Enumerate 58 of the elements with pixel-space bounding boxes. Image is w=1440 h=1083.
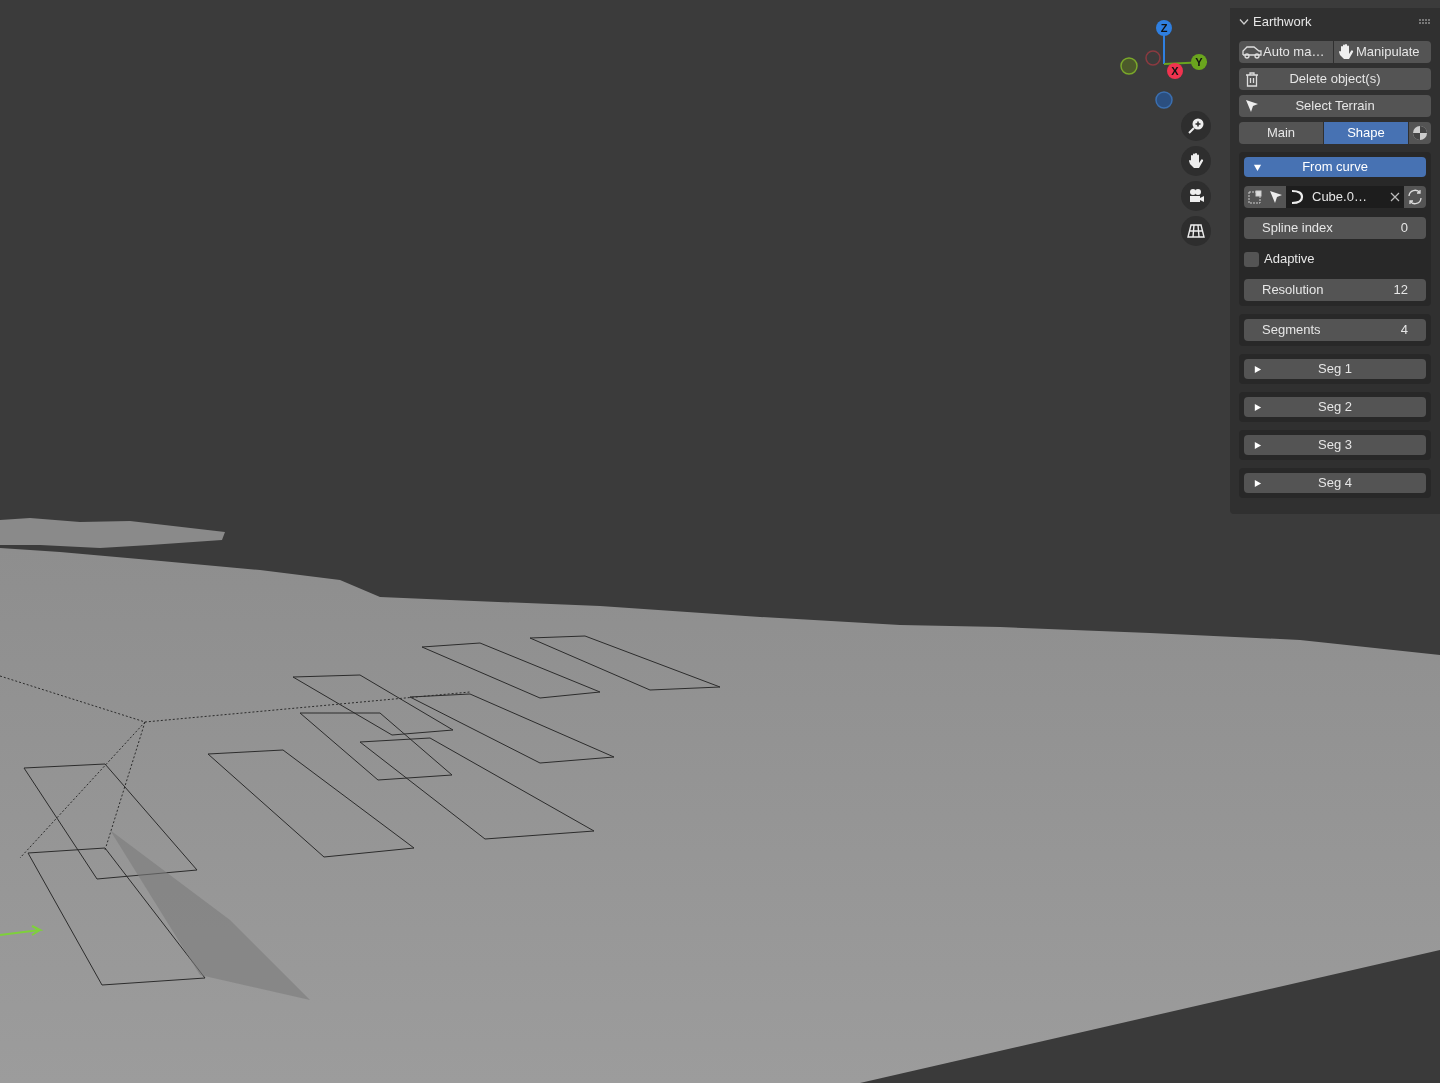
segment-header[interactable]: Seg 1 — [1244, 359, 1426, 379]
pan-button[interactable] — [1181, 146, 1211, 176]
tool-button[interactable]: Auto ma… — [1239, 41, 1333, 63]
grid-view-button[interactable] — [1181, 216, 1211, 246]
field-label: Spline index — [1262, 219, 1333, 238]
camera-icon — [1187, 187, 1205, 205]
action-button[interactable]: Delete object(s) — [1239, 68, 1431, 90]
field-value: 4 — [1400, 321, 1408, 340]
object-name: Cube.0… — [1312, 188, 1368, 207]
chevron-icon[interactable] — [1239, 18, 1249, 26]
number-field[interactable]: Segments 4 — [1244, 319, 1426, 341]
triangle-icon — [1253, 365, 1262, 374]
refresh-button[interactable] — [1404, 186, 1426, 208]
adaptive-checkbox[interactable]: Adaptive — [1244, 248, 1426, 270]
checkbox[interactable] — [1244, 251, 1259, 267]
zoom-icon — [1187, 117, 1205, 135]
axis-handle[interactable]: Z — [1156, 20, 1172, 36]
number-field[interactable]: Spline index 0 — [1244, 217, 1426, 239]
segment-header[interactable]: Seg 2 — [1244, 397, 1426, 417]
vertex-select-icon — [1247, 189, 1262, 205]
camera-button[interactable] — [1181, 181, 1211, 211]
shading-button[interactable] — [1409, 122, 1431, 144]
cursor-icon — [1245, 99, 1259, 113]
number-field[interactable]: Resolution 12 — [1244, 279, 1426, 301]
axis-handle[interactable]: X — [1167, 63, 1183, 79]
trash-icon — [1245, 72, 1259, 87]
car-icon — [1242, 45, 1262, 59]
refresh-icon — [1407, 189, 1423, 205]
axis-gizmo-drawing[interactable]: Z Y X — [1118, 18, 1214, 112]
mode-button[interactable] — [1244, 186, 1265, 208]
triangle-icon — [1253, 479, 1262, 488]
close-icon[interactable] — [1390, 192, 1400, 202]
shading-icon — [1412, 125, 1428, 141]
action-button[interactable]: Select Terrain — [1239, 95, 1431, 117]
grid-icon — [1187, 223, 1205, 239]
hand-icon — [1187, 152, 1205, 170]
segment-header[interactable]: Seg 3 — [1244, 435, 1426, 455]
field-label: Segments — [1262, 321, 1321, 340]
tab[interactable]: Shape — [1324, 122, 1408, 144]
zoom-button[interactable] — [1181, 111, 1211, 141]
tool-button[interactable]: Manipulate — [1334, 41, 1431, 63]
cursor-icon — [1268, 190, 1283, 204]
drag-handle-icon[interactable] — [1419, 19, 1431, 25]
triangle-icon — [1253, 403, 1262, 412]
hand-icon — [1337, 43, 1355, 61]
triangle-icon — [1253, 441, 1262, 450]
tab[interactable]: Main — [1239, 122, 1323, 144]
curve-icon — [1290, 189, 1304, 205]
field-value: 12 — [1393, 281, 1408, 300]
field-value: 0 — [1400, 219, 1408, 238]
object-field[interactable]: Cube.0… — [1286, 186, 1404, 208]
panel-title: Earthwork — [1253, 13, 1313, 32]
axis-handle[interactable]: Y — [1191, 54, 1207, 70]
segment-header[interactable]: Seg 4 — [1244, 473, 1426, 493]
field-label: Resolution — [1262, 281, 1324, 300]
subpanel-header[interactable]: From curve — [1244, 157, 1426, 177]
triangle-icon — [1253, 163, 1262, 172]
pick-button[interactable] — [1265, 186, 1286, 208]
